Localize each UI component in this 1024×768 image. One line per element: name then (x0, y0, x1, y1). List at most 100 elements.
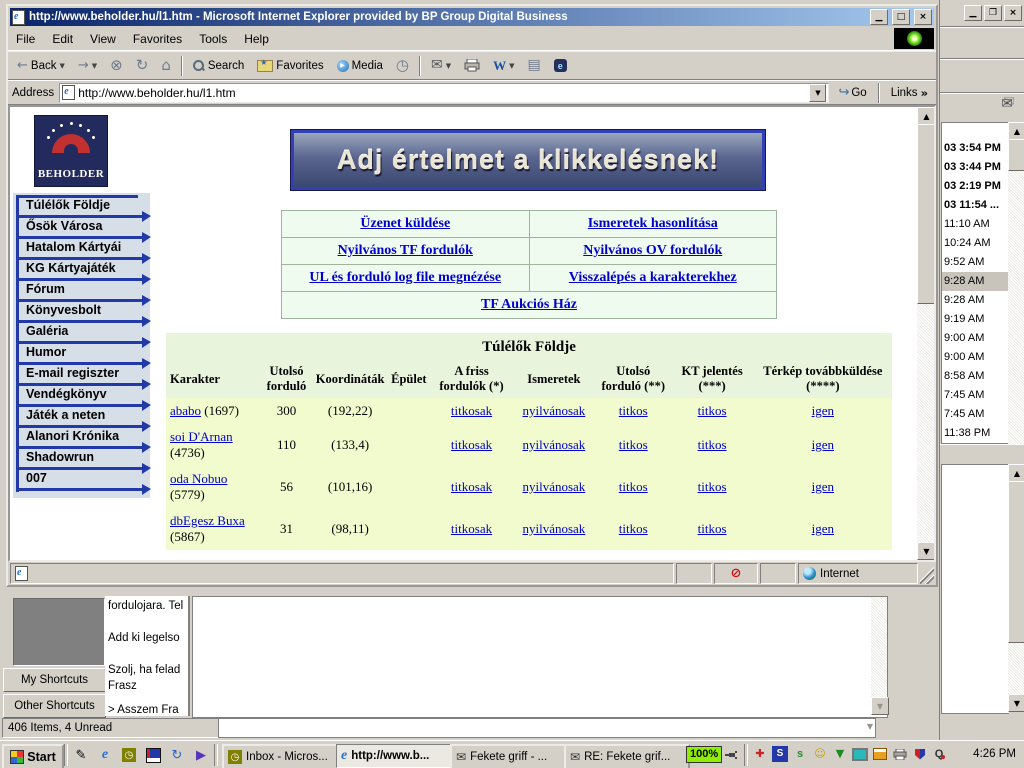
message-list-scrollbar[interactable]: ▲ (1008, 122, 1024, 444)
kt-report-link[interactable]: titkos (698, 521, 727, 536)
map-forward-link[interactable]: igen (812, 437, 834, 452)
dropdown-icon[interactable]: ▼ (867, 722, 873, 731)
link-tf-aukcios-haz[interactable]: TF Aukciós Ház (481, 297, 577, 312)
stop-button[interactable]: ⊗ (105, 56, 128, 75)
kt-report-link[interactable]: titkos (698, 437, 727, 452)
nav-item-jatek-a-neten[interactable]: Játék a neten (16, 408, 138, 429)
ie-close-button[interactable]: × (914, 9, 932, 25)
update-arrow-icon[interactable]: ▼ (832, 746, 848, 762)
display-icon[interactable]: S (772, 746, 788, 762)
quicklaunch-desktop-icon[interactable]: ↻ (168, 746, 186, 764)
outlook-message-list[interactable]: 03 3:54 PM 03 3:44 PM 03 2:19 PM 03 11:5… (941, 122, 1008, 444)
edit-dropdown-icon[interactable]: ▼ (509, 62, 514, 70)
last-turn-link[interactable]: titkos (619, 437, 648, 452)
message-row[interactable]: 11:38 PM (942, 424, 1008, 443)
last-turn-link[interactable]: titkos (619, 521, 648, 536)
address-box[interactable]: e ▼ (59, 83, 829, 103)
mail-button[interactable]: ✉▼ (426, 56, 456, 75)
ie-minimize-button[interactable]: ▁ (870, 9, 888, 25)
window-icon[interactable] (872, 746, 888, 762)
message-row[interactable]: 9:28 AM (942, 291, 1008, 310)
link-ul-log-file[interactable]: UL és forduló log file megnézése (309, 270, 501, 285)
kt-report-link[interactable]: titkos (698, 479, 727, 494)
go-button[interactable]: ↪Go (834, 84, 870, 101)
nav-item-osok-varosa[interactable]: Ősök Városa (16, 219, 138, 240)
map-forward-link[interactable]: igen (812, 521, 834, 536)
banner[interactable]: Adj értelmet a klikkelésnek! (291, 130, 765, 190)
nav-item-humor[interactable]: Humor (16, 345, 138, 366)
refresh-button[interactable]: ↻ (131, 56, 154, 75)
fresh-turns-link[interactable]: titkosak (451, 521, 492, 536)
message-row[interactable]: 03 3:44 PM (942, 158, 1008, 177)
shield-icon[interactable] (912, 746, 928, 762)
scrollbar-thumb[interactable] (917, 124, 936, 304)
message-row[interactable]: 7:45 AM (942, 405, 1008, 424)
fan-icon[interactable]: ✚ (752, 746, 768, 762)
nav-item-007[interactable]: 007 (16, 471, 138, 492)
printer-icon[interactable] (892, 746, 908, 762)
other-shortcuts-button[interactable]: Other Shortcuts (3, 694, 106, 718)
forward-dropdown-icon[interactable]: ▼ (92, 62, 97, 70)
message-row[interactable]: 03 11:54 ... (942, 196, 1008, 215)
nav-item-vendegkonyv[interactable]: Vendégkönyv (16, 387, 138, 408)
nav-item-hatalom-kartyai[interactable]: Hatalom Kártyái (16, 240, 138, 261)
link-nyilvanos-ov-fordulok[interactable]: Nyilvános OV fordulók (583, 243, 722, 258)
mail-dropdown-icon[interactable]: ▼ (446, 62, 451, 70)
menu-tools[interactable]: Tools (199, 32, 227, 46)
monitor-icon[interactable] (852, 746, 868, 762)
media-button[interactable]: ▶Media (332, 57, 388, 75)
message-row[interactable]: 9:19 AM (942, 310, 1008, 329)
map-forward-link[interactable]: igen (812, 479, 834, 494)
character-link[interactable]: dbEgesz Buxa (170, 513, 245, 528)
menu-help[interactable]: Help (244, 32, 269, 46)
knowledge-link[interactable]: nyilvánosak (522, 437, 585, 452)
outlook-restore-button[interactable]: ❐ (984, 5, 1002, 21)
map-forward-link[interactable]: igen (812, 403, 834, 418)
task-button-fekete-griff[interactable]: ✉Fekete griff - ... (450, 744, 570, 768)
links-button[interactable]: Links» (887, 85, 932, 101)
scroll-down-icon[interactable]: ▼ (1008, 694, 1024, 712)
nav-item-email-regiszter[interactable]: E-mail regiszter (16, 366, 138, 387)
nav-item-kg-kartyajatek[interactable]: KG Kártyajáték (16, 261, 138, 282)
fresh-turns-link[interactable]: titkosak (451, 479, 492, 494)
edit-button[interactable]: W▼ (488, 55, 519, 77)
quicklaunch-new-message-icon[interactable]: ✎ (72, 746, 90, 764)
last-turn-link[interactable]: titkos (619, 479, 648, 494)
menu-file[interactable]: File (16, 32, 35, 46)
menu-edit[interactable]: Edit (52, 32, 73, 46)
ie-title-bar[interactable]: e http://www.beholder.hu/l1.htm - Micros… (10, 8, 934, 26)
address-input[interactable] (78, 86, 806, 100)
scrollbar-thumb[interactable] (1008, 481, 1024, 643)
nav-item-galeria[interactable]: Galéria (16, 324, 138, 345)
quicklaunch-media-player-icon[interactable]: ▶ (192, 746, 210, 764)
message-row[interactable]: 03 2:19 PM (942, 177, 1008, 196)
quicklaunch-outlook-icon[interactable]: ◷ (120, 746, 138, 764)
message-row[interactable]: 8:58 AM (942, 367, 1008, 386)
scroll-up-icon[interactable]: ▲ (1008, 122, 1024, 140)
nav-item-alanori-kronika[interactable]: Alanori Krónika (16, 429, 138, 450)
page-scrollbar[interactable]: ▲ ▼ (917, 107, 934, 560)
character-link[interactable]: oda Nobuo (170, 471, 227, 486)
ie-maximize-button[interactable]: □ (892, 9, 910, 25)
scroll-up-icon[interactable]: ▲ (1008, 464, 1024, 482)
task-button-inbox[interactable]: ◷Inbox - Micros... (222, 744, 342, 768)
outlook-minimize-button[interactable]: ▁ (964, 5, 982, 21)
start-button[interactable]: Start (2, 744, 64, 768)
message-row[interactable]: 10:24 AM (942, 234, 1008, 253)
nav-item-tulelok-foldje[interactable]: Túlélők Földje (16, 195, 138, 219)
search-button[interactable]: Search (188, 57, 249, 75)
back-dropdown-icon[interactable]: ▼ (59, 62, 64, 70)
resize-grip[interactable] (920, 563, 934, 584)
beholder-logo[interactable]: BEHOLDER (34, 115, 108, 187)
battery-indicator[interactable]: 100% (686, 746, 738, 763)
messenger-button[interactable]: e (549, 56, 572, 75)
discuss-button[interactable]: ▤ (523, 56, 546, 75)
message-row[interactable]: 9:52 AM (942, 253, 1008, 272)
last-turn-link[interactable]: titkos (619, 403, 648, 418)
outlook-close-button[interactable]: × (1004, 5, 1022, 21)
link-nyilvanos-tf-fordulok[interactable]: Nyilvános TF fordulók (338, 243, 473, 258)
link-ismeretek-hasonlitasa[interactable]: Ismeretek hasonlítása (588, 216, 718, 231)
my-shortcuts-button[interactable]: My Shortcuts (3, 668, 106, 692)
scroll-down-icon[interactable]: ▼ (917, 542, 936, 560)
message-row-selected[interactable]: 9:28 AM (942, 272, 1008, 291)
